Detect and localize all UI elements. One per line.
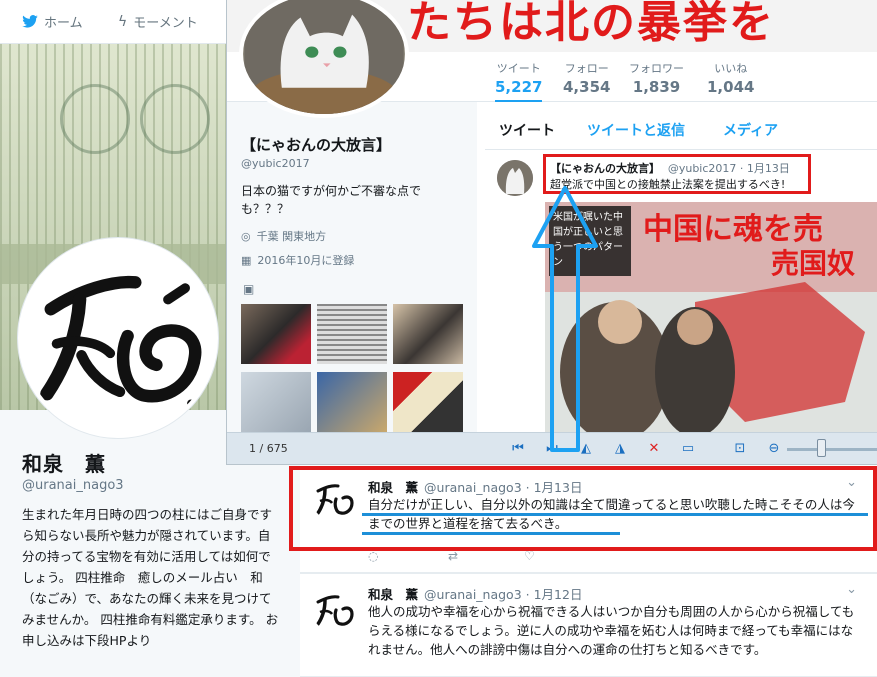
tab-tweets[interactable]: ツイート xyxy=(499,120,555,140)
tweet-handle-date[interactable]: @yubic2017 · 1月13日 xyxy=(668,162,790,175)
media-thumbnail[interactable] xyxy=(393,304,463,364)
media-thumbnail[interactable] xyxy=(393,372,463,432)
other-profile-handle[interactable]: @yubic2017 xyxy=(241,157,310,170)
profile-tabs: ツイート ツイートと返信 メディア xyxy=(485,102,877,150)
location-pin-icon: ◎ xyxy=(241,229,251,243)
other-profile-joined: ▦ 2016年10月に登録 xyxy=(241,252,354,268)
slideshow-icon[interactable]: ▭ xyxy=(679,440,697,458)
tweet-header: 和泉 薫 @uranai_nago3 · 1月12日 xyxy=(368,584,582,603)
image-counter: 1 / 675 xyxy=(249,442,288,455)
cat-photo-icon xyxy=(244,0,404,114)
annotation-red-box xyxy=(289,466,877,551)
fit-screen-icon[interactable]: ⊡ xyxy=(731,440,749,458)
stat-likes[interactable]: いいね 1,044 xyxy=(707,60,754,96)
stat-label: ツイート xyxy=(496,62,541,75)
stat-value: 5,227 xyxy=(495,78,543,96)
lightning-icon: ϟ xyxy=(118,13,128,30)
profile-handle[interactable]: @uranai_nago3 xyxy=(22,478,124,493)
tweet-handle-date[interactable]: @uranai_nago3 · 1月12日 xyxy=(424,587,582,602)
location-text: 千葉 関東地方 xyxy=(256,230,327,243)
image-headline-2: 売国奴 xyxy=(771,247,856,280)
calligraphy-logo-icon xyxy=(316,595,354,626)
profile-name[interactable]: 和泉 薫 xyxy=(22,448,106,477)
retweet-icon[interactable]: ⇄ xyxy=(448,549,458,563)
annotation-arrow-icon xyxy=(532,186,598,452)
stat-followers[interactable]: フォロワー 1,839 xyxy=(629,60,684,96)
joined-text: 2016年10月に登録 xyxy=(257,254,355,267)
rotate-right-icon[interactable]: ◮ xyxy=(611,440,629,458)
zoom-slider-track[interactable] xyxy=(787,448,877,451)
nav-moments[interactable]: ϟ モーメント xyxy=(118,12,198,32)
first-image-icon[interactable]: ⏮ xyxy=(509,440,527,458)
stat-following[interactable]: フォロー 4,354 xyxy=(563,60,610,96)
stat-label: いいね xyxy=(714,62,748,75)
timeline-tweet[interactable]: 和泉 薫 @uranai_nago3 · 1月12日 ⌄ 他人の成功や幸福を心から… xyxy=(300,573,877,677)
media-thumbnail[interactable] xyxy=(317,304,387,364)
top-navigation: ホーム ϟ モーメント xyxy=(0,0,230,44)
calligraphy-logo-icon xyxy=(40,275,202,408)
annotation-underline xyxy=(362,513,868,516)
annotation-underline xyxy=(362,532,620,535)
stat-value: 4,354 xyxy=(563,78,611,96)
other-profile-name[interactable]: 【にゃおんの大放言】 xyxy=(241,134,391,155)
nav-home[interactable]: ホーム xyxy=(22,12,83,31)
other-profile-sidebar: 【にゃおんの大放言】 @yubic2017 日本の猫ですが何かご不審な点でも？？… xyxy=(227,102,477,432)
tweet-header: 【にゃおんの大放言】 @yubic2017 · 1月13日 xyxy=(550,160,790,176)
tweet-author[interactable]: 和泉 薫 xyxy=(368,587,418,602)
stat-label: フォロー xyxy=(564,62,609,75)
banner-headline: たちは北の暴挙を xyxy=(407,0,775,48)
tweet-text: 他人の成功や幸福を心から祝福できる人はいつか自分も周囲の人から心から祝福してもら… xyxy=(368,604,855,657)
delete-icon[interactable]: ✕ xyxy=(645,440,663,458)
media-gallery-icon[interactable]: ▣ xyxy=(243,282,254,296)
zoom-out-icon[interactable]: ⊖ xyxy=(765,440,783,458)
media-thumbnail[interactable] xyxy=(317,372,387,432)
tweet-avatar[interactable] xyxy=(497,160,533,196)
tweet-actions: ◌ ⇄ ♡ xyxy=(368,549,668,563)
profile-bio: 生まれた年月日時の四つの柱にはご自身ですら知らない長所や魅力が隠されています。自… xyxy=(22,507,279,648)
nav-home-label: ホーム xyxy=(44,16,83,31)
screenshot-root: ホーム ϟ モーメント 和泉 薫 @uranai_nago3 生まれた年月日時の… xyxy=(0,0,877,677)
reply-icon[interactable]: ◌ xyxy=(368,549,378,563)
stat-label: フォロワー xyxy=(629,62,684,75)
media-thumbnails xyxy=(241,304,465,432)
media-thumbnail[interactable] xyxy=(241,304,311,364)
other-profile-bio: 日本の猫ですが何かご不審な点でも？？？ xyxy=(241,184,422,216)
tab-media[interactable]: メディア xyxy=(723,120,778,140)
stat-value: 1,044 xyxy=(707,78,755,96)
banner-ornament xyxy=(140,84,210,154)
stat-tweets[interactable]: ツイート 5,227 xyxy=(495,60,543,103)
tweet-author[interactable]: 【にゃおんの大放言】 xyxy=(550,162,660,175)
stat-value: 1,839 xyxy=(632,78,681,96)
media-thumbnail[interactable] xyxy=(241,372,311,432)
nav-moments-label: モーメント xyxy=(133,16,198,31)
twitter-bird-icon xyxy=(22,15,38,28)
tab-tweets-replies[interactable]: ツイートと返信 xyxy=(587,120,685,140)
zoom-slider-handle[interactable] xyxy=(817,439,826,457)
like-icon[interactable]: ♡ xyxy=(524,549,535,563)
other-profile-location: ◎ 千葉 関東地方 xyxy=(241,228,326,244)
profile-avatar[interactable] xyxy=(18,238,218,438)
chevron-down-icon[interactable]: ⌄ xyxy=(846,582,857,597)
tweet-avatar[interactable] xyxy=(312,588,356,632)
banner-ornament xyxy=(60,84,130,154)
calendar-icon: ▦ xyxy=(241,253,252,267)
